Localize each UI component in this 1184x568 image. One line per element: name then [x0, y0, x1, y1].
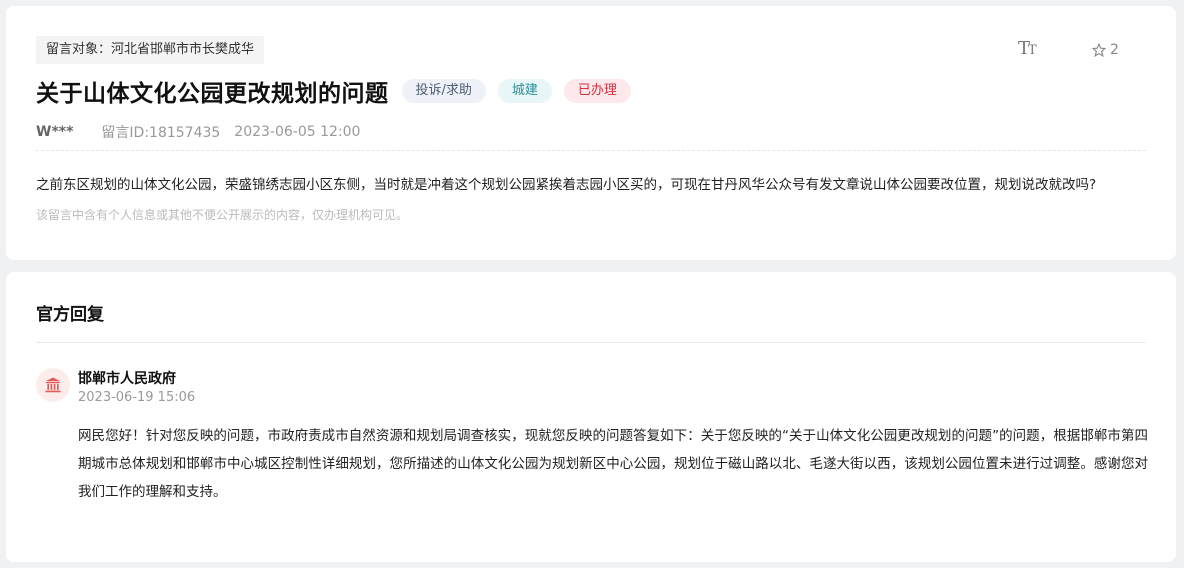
status-badge: 已办理: [563, 79, 631, 103]
avatar: [36, 368, 70, 402]
reply-org-name: 邯郸市人民政府: [78, 371, 176, 387]
message-target-label: 留言对象：河北省邯郸市市长樊成华: [36, 36, 265, 64]
reply-datetime: 2023-06-19 15:06: [78, 390, 196, 405]
privacy-note: 该留言中含有个人信息或其他不便公开展示的内容，仅办理机构可见。: [36, 208, 409, 222]
category-tag: 城建: [497, 79, 552, 103]
type-tag: 投诉/求助: [401, 79, 486, 103]
font-size-icon[interactable]: TT: [1018, 38, 1037, 59]
title-row: 关于山体文化公园更改规划的问题 投诉/求助 城建 已办理: [36, 74, 631, 108]
message-content: 之前东区规划的山体文化公园，荣盛锦绣志园小区东侧，当时就是冲着这个规划公园紧挨着…: [36, 177, 1097, 193]
reply-body: 网民您好！针对您反映的问题，市政府责成市自然资源和规划局调查核实，现就您反映的问…: [78, 428, 1148, 500]
government-building-icon: [45, 377, 61, 393]
favorite-count: 2: [1110, 42, 1119, 58]
message-meta: W*** 留言ID:18157435 2023-06-05 12:00: [36, 122, 360, 142]
message-datetime: 2023-06-05 12:00: [234, 124, 361, 140]
reply-heading: 官方回复: [36, 305, 104, 325]
reply-card: 官方回复 邯郸市人民政府 2023-06-19 15:06 网民您好！针对您反映…: [6, 272, 1176, 562]
message-title: 关于山体文化公园更改规划的问题: [36, 81, 389, 107]
star-icon: [1092, 43, 1106, 57]
message-id: 留言ID:18157435: [101, 125, 221, 141]
divider: [36, 342, 1146, 343]
favorite-button[interactable]: 2: [1092, 42, 1119, 58]
message-card: 留言对象：河北省邯郸市市长樊成华 TT 2 关于山体文化公园更改规划的问题 投诉…: [6, 6, 1176, 260]
author-name: W***: [36, 124, 74, 140]
divider: [36, 150, 1146, 151]
